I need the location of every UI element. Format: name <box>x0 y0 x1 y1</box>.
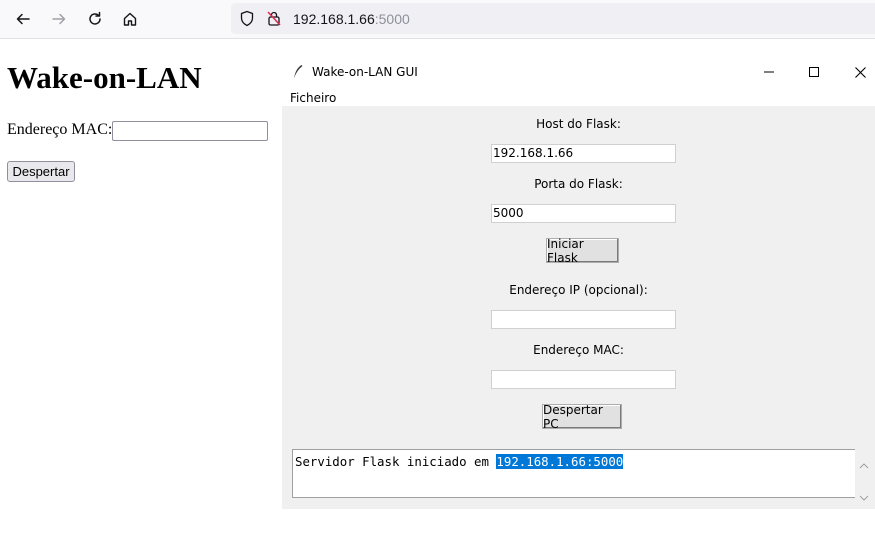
maximize-icon[interactable] <box>791 57 837 87</box>
url-bar[interactable]: 192.168.1.66:5000 <box>231 3 875 34</box>
reload-icon[interactable] <box>82 6 108 32</box>
scroll-down-icon[interactable] <box>859 486 869 505</box>
browser-toolbar: 192.168.1.66:5000 <box>0 0 875 39</box>
page-title: Wake-on-LAN <box>7 60 202 95</box>
tk-mac-label: Endereço MAC: <box>533 343 624 357</box>
insecure-lock-icon[interactable] <box>266 10 282 31</box>
close-icon[interactable] <box>837 57 875 87</box>
wake-pc-button[interactable]: Despertar PC <box>542 403 622 431</box>
wake-button[interactable]: Despertar <box>7 161 75 182</box>
shield-icon[interactable] <box>239 10 255 31</box>
ip-input[interactable] <box>491 310 676 329</box>
start-flask-button[interactable]: Iniciar Flask <box>546 237 619 265</box>
url-port: :5000 <box>374 11 410 27</box>
port-input[interactable]: 5000 <box>491 204 676 223</box>
log-prefix: Servidor Flask iniciado em <box>295 454 497 469</box>
tk-mac-input[interactable] <box>491 370 676 389</box>
home-icon[interactable] <box>117 6 143 32</box>
back-icon[interactable] <box>10 6 36 32</box>
port-label: Porta do Flask: <box>534 177 623 191</box>
tk-menubar: Ficheiro <box>282 87 875 106</box>
log-selected-address: 192.168.1.66:5000 <box>496 454 624 469</box>
tk-window-title: Wake-on-LAN GUI <box>312 65 418 79</box>
minimize-icon[interactable] <box>746 57 792 87</box>
forward-icon[interactable] <box>46 6 72 32</box>
url-text[interactable]: 192.168.1.66:5000 <box>293 11 410 27</box>
tk-window: Wake-on-LAN GUI Ficheiro Host do Flask: … <box>282 57 875 509</box>
ip-label: Endereço IP (opcional): <box>509 283 648 297</box>
feather-icon <box>292 64 304 84</box>
menu-ficheiro[interactable]: Ficheiro <box>290 91 336 105</box>
log-scrollbar[interactable] <box>855 449 873 501</box>
url-host: 192.168.1.66 <box>293 11 375 27</box>
host-label: Host do Flask: <box>536 117 621 131</box>
log-textbox[interactable]: Servidor Flask iniciado em 192.168.1.66:… <box>292 449 855 498</box>
mac-label: Endereço MAC: <box>7 121 113 138</box>
log-line: Servidor Flask iniciado em 192.168.1.66:… <box>295 454 624 469</box>
tk-titlebar[interactable]: Wake-on-LAN GUI <box>282 57 875 87</box>
mac-input[interactable] <box>112 121 268 141</box>
scroll-up-icon[interactable] <box>859 454 869 473</box>
host-input[interactable]: 192.168.1.66 <box>491 144 676 163</box>
